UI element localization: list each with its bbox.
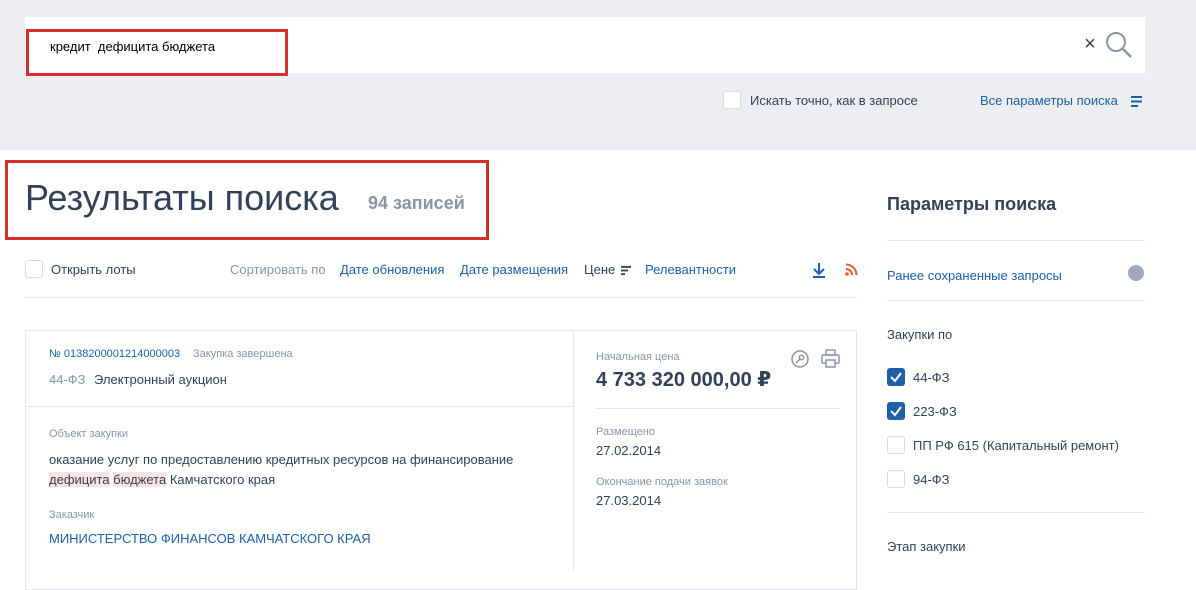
registry-number-link[interactable]: № 0138200001214000003 <box>49 348 180 360</box>
deadline-date: 27.03.2014 <box>596 493 662 508</box>
highlight-box-title <box>5 160 489 240</box>
posted-date: 27.02.2014 <box>596 443 662 458</box>
sort-by-update-date[interactable]: Дате обновления <box>340 262 444 277</box>
checkbox-label: 94-ФЗ <box>913 472 950 487</box>
saved-queries-indicator <box>1128 265 1144 281</box>
customer-label: Заказчик <box>49 509 95 521</box>
sidebar-title: Параметры поиска <box>887 194 1057 214</box>
deadline-label: Окончание подачи заявок <box>596 476 728 488</box>
key-icon[interactable] <box>791 350 809 368</box>
law-tag: 44-ФЗ <box>49 372 86 387</box>
checkbox-label: 44-ФЗ <box>913 370 950 385</box>
open-lots-label: Открыть лоты <box>51 262 136 277</box>
posted-label: Размещено <box>596 426 655 438</box>
highlight-box-query <box>26 29 288 76</box>
card-divider <box>573 330 574 571</box>
stage-label: Этап закупки <box>887 539 966 554</box>
exact-search-label: Искать точно, как в запросе <box>750 93 918 108</box>
checkbox-label: 223-ФЗ <box>913 404 957 419</box>
rss-icon[interactable] <box>845 263 858 276</box>
check-icon <box>890 372 902 383</box>
sort-by-posting-date[interactable]: Дате размещения <box>460 262 568 277</box>
saved-queries-link[interactable]: Ранее сохраненные запросы <box>887 268 1062 283</box>
object-text: оказание услуг по предоставлению кредитн… <box>49 452 514 487</box>
toolbar-divider <box>25 297 857 298</box>
open-lots-checkbox[interactable] <box>25 260 43 278</box>
sidebar-divider <box>887 512 1145 513</box>
check-icon <box>890 406 902 417</box>
price-label: Начальная цена <box>596 351 680 363</box>
search-icon[interactable] <box>1104 30 1134 60</box>
price-value: 4 733 320 000,00 ₽ <box>596 369 772 391</box>
object-label: Объект закупки <box>49 428 129 440</box>
filter-icon[interactable] <box>1131 96 1143 107</box>
status-badge: Закупка завершена <box>193 348 293 360</box>
sort-by-relevance[interactable]: Релевантности <box>645 262 736 277</box>
highlight-deficit: дефицита <box>49 472 110 487</box>
customer-link[interactable]: МИНИСТЕРСТВО ФИНАНСОВ КАМЧАТСКОГО КРАЯ <box>49 531 371 546</box>
sort-icon[interactable] <box>621 266 631 275</box>
checkbox-94fz[interactable] <box>887 470 905 488</box>
sort-label: Сортировать по <box>230 262 326 277</box>
card-divider <box>26 406 573 407</box>
exact-search-checkbox[interactable] <box>723 91 741 109</box>
card-divider <box>596 408 840 409</box>
close-icon[interactable]: × <box>1081 33 1099 55</box>
checkbox-pp615[interactable] <box>887 436 905 454</box>
sidebar-divider <box>887 240 1145 241</box>
sidebar-divider <box>887 300 1145 301</box>
print-icon[interactable] <box>821 349 840 368</box>
sort-by-price[interactable]: Цене <box>584 262 615 277</box>
checkbox-223fz[interactable] <box>887 402 905 420</box>
all-params-link[interactable]: Все параметры поиска <box>980 93 1118 108</box>
checkbox-label: ПП РФ 615 (Капитальный ремонт) <box>913 438 1119 453</box>
highlight-budget: бюджета <box>113 472 167 487</box>
purchases-label: Закупки по <box>887 327 953 342</box>
purchase-method: Электронный аукцион <box>94 372 227 387</box>
checkbox-44fz[interactable] <box>887 368 905 386</box>
download-icon[interactable] <box>812 262 826 278</box>
